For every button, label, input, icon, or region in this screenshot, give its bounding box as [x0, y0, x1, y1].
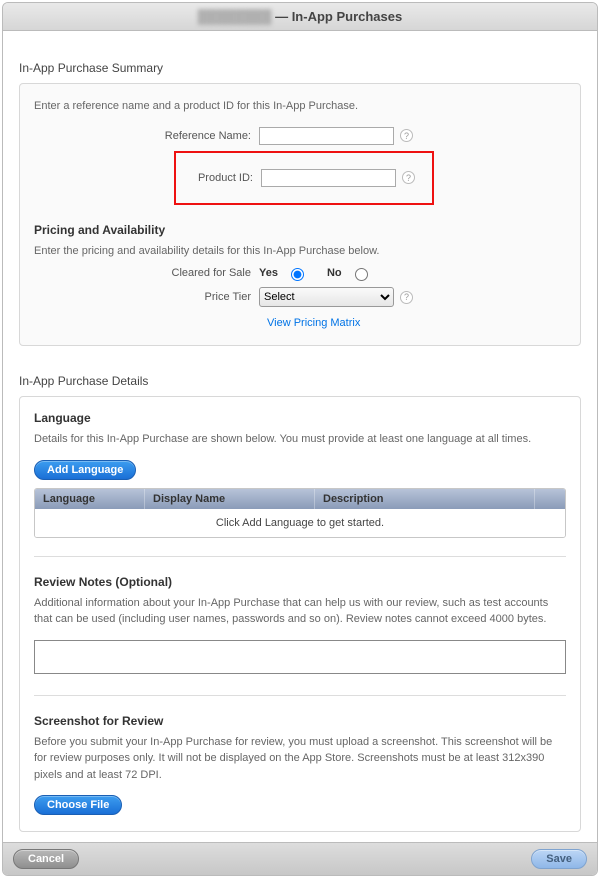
product-id-input[interactable] [261, 169, 396, 187]
language-instruction: Details for this In-App Purchase are sho… [34, 431, 566, 448]
pricing-heading: Pricing and Availability [34, 223, 566, 237]
help-icon[interactable]: ? [400, 291, 413, 304]
save-button[interactable]: Save [531, 849, 587, 869]
cleared-label: Cleared for Sale [34, 267, 259, 279]
help-icon[interactable]: ? [400, 129, 413, 142]
col-actions [535, 489, 565, 509]
cleared-yes-radio[interactable] [291, 268, 304, 281]
divider [34, 695, 566, 696]
help-icon[interactable]: ? [402, 171, 415, 184]
window-footer: Cancel Save [3, 842, 597, 875]
reference-name-input[interactable] [259, 127, 394, 145]
reference-name-label: Reference Name: [34, 130, 259, 142]
col-language: Language [35, 489, 145, 509]
language-table-header: Language Display Name Description [35, 489, 565, 509]
window-titlebar: ████████ — In-App Purchases [3, 3, 597, 31]
cleared-no-radio[interactable] [355, 268, 368, 281]
price-tier-label: Price Tier [34, 291, 259, 303]
cleared-yes-label: Yes [259, 267, 278, 279]
window-content: In-App Purchase Summary Enter a referenc… [3, 31, 597, 842]
language-table: Language Display Name Description Click … [34, 488, 566, 538]
divider [34, 556, 566, 557]
cleared-for-sale-row: Cleared for Sale Yes No [34, 265, 566, 281]
review-notes-instruction: Additional information about your In-App… [34, 595, 566, 628]
details-panel: Language Details for this In-App Purchas… [19, 396, 581, 832]
cancel-button[interactable]: Cancel [13, 849, 79, 869]
summary-instruction: Enter a reference name and a product ID … [34, 98, 566, 115]
price-tier-select[interactable]: Select [259, 287, 394, 307]
price-tier-row: Price Tier Select ? [34, 287, 566, 307]
choose-file-button[interactable]: Choose File [34, 795, 122, 815]
iap-window: ████████ — In-App Purchases In-App Purch… [2, 2, 598, 876]
view-pricing-matrix-link[interactable]: View Pricing Matrix [267, 317, 360, 329]
col-display-name: Display Name [145, 489, 315, 509]
review-notes-textarea[interactable] [34, 640, 566, 674]
product-id-label: Product ID: [186, 172, 261, 184]
screenshot-heading: Screenshot for Review [34, 714, 566, 728]
summary-panel: Enter a reference name and a product ID … [19, 83, 581, 346]
screenshot-instruction: Before you submit your In-App Purchase f… [34, 734, 566, 784]
app-name-blurred: ████████ [198, 9, 272, 24]
language-table-empty: Click Add Language to get started. [35, 509, 565, 537]
window-title-suffix: — In-App Purchases [271, 9, 402, 24]
pricing-instruction: Enter the pricing and availability detai… [34, 243, 566, 260]
language-heading: Language [34, 411, 566, 425]
col-description: Description [315, 489, 535, 509]
product-id-highlight: Product ID: ? [174, 151, 434, 205]
reference-name-row: Reference Name: ? [34, 127, 566, 145]
cleared-no-label: No [327, 267, 342, 279]
add-language-button[interactable]: Add Language [34, 460, 136, 480]
review-notes-heading: Review Notes (Optional) [34, 575, 566, 589]
details-heading: In-App Purchase Details [19, 374, 581, 388]
summary-heading: In-App Purchase Summary [19, 61, 581, 75]
